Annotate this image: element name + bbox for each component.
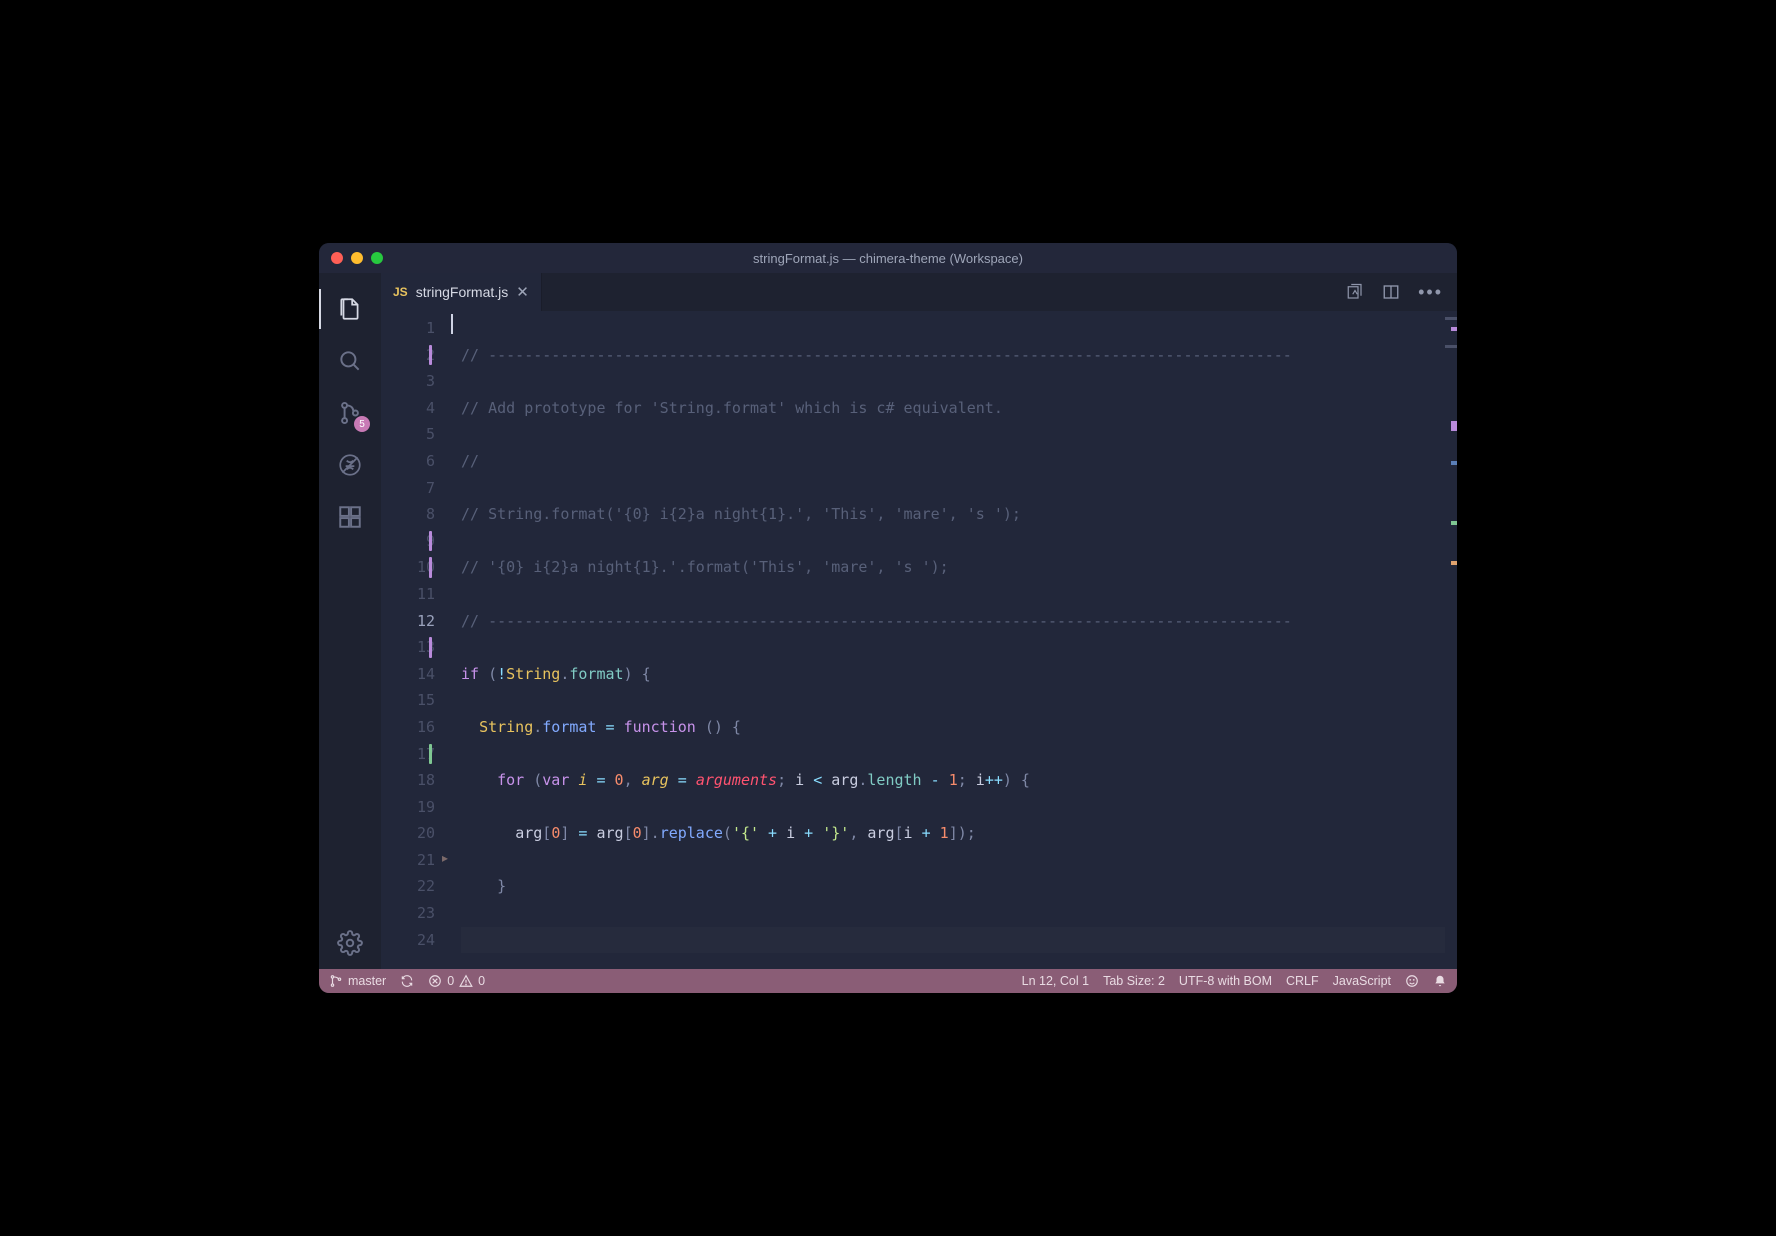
fold-arrow-icon[interactable]: ▶	[442, 847, 448, 874]
tab-bar: JS stringFormat.js ✕ •••	[381, 273, 1457, 311]
files-icon	[337, 296, 363, 322]
sb-encoding[interactable]: UTF-8 with BOM	[1179, 974, 1272, 988]
sb-feedback[interactable]	[1405, 974, 1419, 988]
line-number: 9	[381, 528, 435, 555]
line-number: 2	[381, 342, 435, 369]
settings-activity[interactable]	[319, 917, 381, 969]
line-number: 5	[381, 421, 435, 448]
sb-cursor-position[interactable]: Ln 12, Col 1	[1022, 974, 1089, 988]
sb-eol[interactable]: CRLF	[1286, 974, 1319, 988]
search-icon	[337, 348, 363, 374]
split-editor-icon[interactable]	[1382, 283, 1400, 301]
line-number: 17	[381, 741, 435, 768]
more-actions-icon[interactable]: •••	[1418, 282, 1443, 303]
no-bug-icon	[337, 452, 363, 478]
minimize-window-button[interactable]	[351, 252, 363, 264]
scm-badge: 5	[354, 416, 370, 432]
comment: //	[461, 346, 488, 364]
line-number: 1	[381, 315, 435, 342]
comment: // String.format('{0} i{2}a night{1}.', …	[461, 505, 1021, 523]
extensions-icon	[337, 504, 363, 530]
line-number: 15	[381, 687, 435, 714]
line-number: 24	[381, 927, 435, 954]
open-changes-icon[interactable]	[1346, 283, 1364, 301]
traffic-lights	[331, 252, 383, 264]
line-number: 16	[381, 714, 435, 741]
branch-name: master	[348, 974, 386, 988]
tab-filename: stringFormat.js	[416, 284, 509, 300]
close-tab-icon[interactable]: ✕	[516, 283, 529, 301]
workbench-body: 5 JS stringFormat.js ✕	[319, 273, 1457, 969]
error-icon	[428, 974, 442, 988]
activity-bar: 5	[319, 273, 381, 969]
zoom-window-button[interactable]	[371, 252, 383, 264]
editor-actions: •••	[1332, 273, 1457, 311]
editor-area: JS stringFormat.js ✕ ••• 123456789101112…	[381, 273, 1457, 969]
code-content[interactable]: // -------------------------------------…	[451, 311, 1445, 969]
sync-icon	[400, 974, 414, 988]
line-number: 22	[381, 873, 435, 900]
line-number: 6	[381, 448, 435, 475]
comment-rule: ----------------------------------------…	[488, 346, 1292, 364]
comment: // Add prototype for 'String.format' whi…	[461, 399, 1003, 417]
line-number: 12	[381, 608, 435, 635]
line-number: 13	[381, 634, 435, 661]
extensions-activity[interactable]	[319, 491, 381, 543]
warning-count: 0	[478, 974, 485, 988]
line-number: 19	[381, 794, 435, 821]
line-number: 3	[381, 368, 435, 395]
overview-ruler[interactable]	[1445, 311, 1457, 969]
debug-activity[interactable]	[319, 439, 381, 491]
window: stringFormat.js — chimera-theme (Workspa…	[319, 243, 1457, 993]
line-number-gutter: 123456789101112131415161718192021▶222324	[381, 311, 451, 969]
comment: // '{0} i{2}a night{1}.'.format('This', …	[461, 558, 949, 576]
sb-language[interactable]: JavaScript	[1333, 974, 1391, 988]
bell-icon	[1433, 974, 1447, 988]
source-control-activity[interactable]: 5	[319, 387, 381, 439]
gear-icon	[337, 930, 363, 956]
editor[interactable]: 123456789101112131415161718192021▶222324…	[381, 311, 1457, 969]
sb-indentation[interactable]: Tab Size: 2	[1103, 974, 1165, 988]
comment: //	[461, 452, 479, 470]
line-number: 18	[381, 767, 435, 794]
line-number: 23	[381, 900, 435, 927]
cursor	[451, 314, 453, 334]
search-activity[interactable]	[319, 335, 381, 387]
line-number: 20	[381, 820, 435, 847]
titlebar: stringFormat.js — chimera-theme (Workspa…	[319, 243, 1457, 273]
warning-icon	[459, 974, 473, 988]
smiley-icon	[1405, 974, 1419, 988]
tab-stringformat[interactable]: JS stringFormat.js ✕	[381, 273, 542, 311]
close-window-button[interactable]	[331, 252, 343, 264]
status-bar: master 0 0 Ln 12, Col 1 Tab Size: 2 UTF-…	[319, 969, 1457, 993]
line-number: 4	[381, 395, 435, 422]
line-number: 14	[381, 661, 435, 688]
window-title: stringFormat.js — chimera-theme (Workspa…	[319, 251, 1457, 266]
line-number: 7	[381, 475, 435, 502]
line-number: 10	[381, 554, 435, 581]
git-branch-icon	[329, 974, 343, 988]
comment-rule: ----------------------------------------…	[488, 612, 1292, 630]
sb-sync[interactable]	[400, 974, 414, 988]
line-number: 8	[381, 501, 435, 528]
sb-notifications[interactable]	[1433, 974, 1447, 988]
sb-git-branch[interactable]: master	[329, 974, 386, 988]
error-count: 0	[447, 974, 454, 988]
line-number: 11	[381, 581, 435, 608]
explorer-activity[interactable]	[319, 283, 381, 335]
kw: if	[461, 665, 479, 683]
line-number: 21▶	[381, 847, 435, 874]
comment: //	[461, 612, 488, 630]
sb-problems[interactable]: 0 0	[428, 974, 485, 988]
js-file-icon: JS	[393, 285, 408, 299]
